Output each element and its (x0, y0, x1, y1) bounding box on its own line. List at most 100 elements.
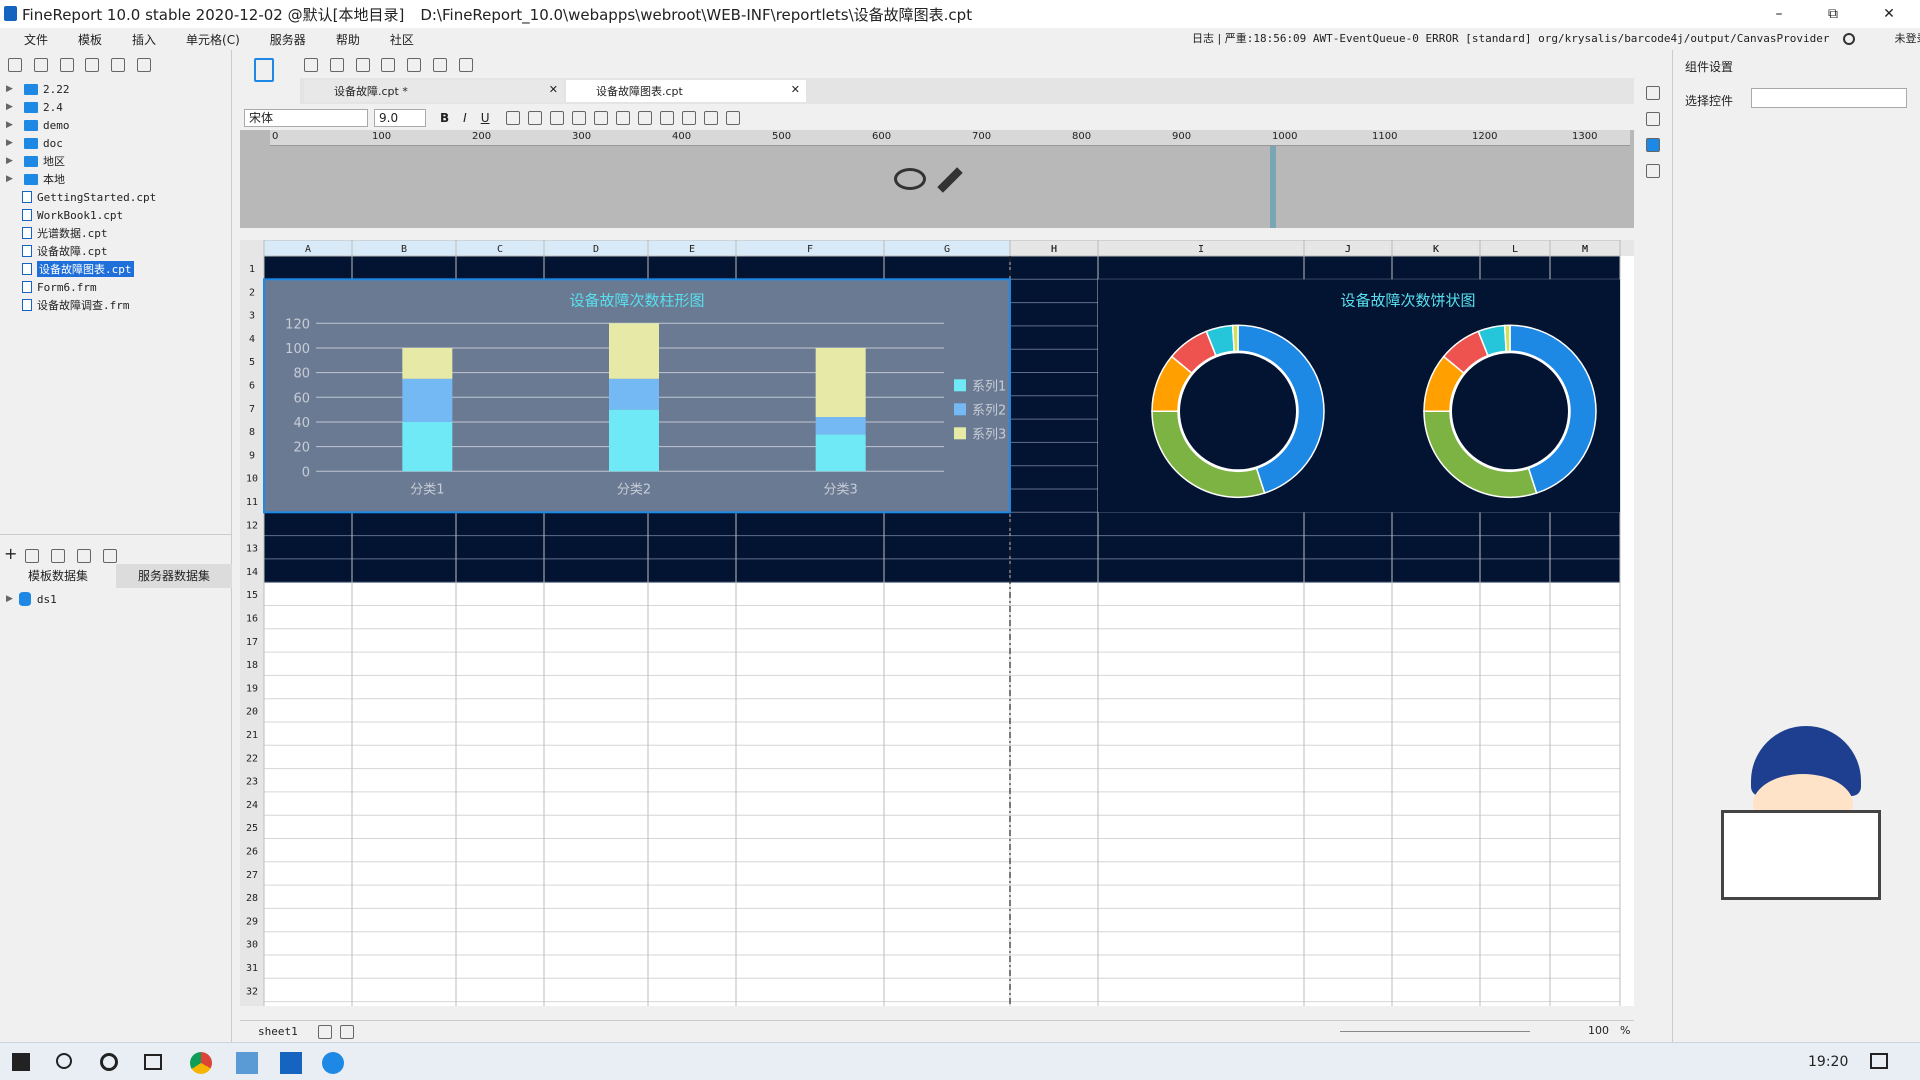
tab-device-fault[interactable]: 设备故障.cpt * ✕ (304, 80, 564, 102)
bar-segment[interactable] (402, 421, 453, 472)
tree-item[interactable]: WorkBook1.cpt (0, 206, 160, 224)
tree-item[interactable]: GettingStarted.cpt (0, 188, 160, 206)
row-header[interactable]: 7 (249, 404, 255, 415)
log-label[interactable]: 日志 (1192, 32, 1214, 45)
row-header[interactable]: 12 (246, 520, 258, 531)
row-header[interactable]: 15 (246, 590, 258, 601)
row-header[interactable]: 18 (246, 660, 258, 671)
insert-chart-icon[interactable] (681, 111, 696, 125)
pie-slice[interactable] (1503, 324, 1511, 353)
sheet-tab[interactable]: sheet1 (258, 1025, 298, 1038)
tree-item[interactable]: ▶ 地区 (0, 152, 160, 170)
column-header-label[interactable]: K (1433, 244, 1439, 255)
row-header[interactable]: 9 (249, 450, 255, 461)
row-header[interactable]: 26 (246, 847, 258, 858)
menu-item-2[interactable]: 插入 (132, 31, 156, 48)
table-icon[interactable] (659, 111, 674, 125)
row-header[interactable]: 6 (249, 381, 255, 392)
column-header-label[interactable]: M (1582, 244, 1588, 255)
tab-server-datasets[interactable]: 服务器数据集 (116, 564, 232, 588)
expand-arrow-icon[interactable]: ▶ (6, 138, 16, 148)
row-header[interactable]: 2 (249, 287, 255, 298)
search-icon[interactable] (1843, 33, 1855, 45)
row-header[interactable]: 27 (246, 870, 258, 881)
pie-slice[interactable] (1231, 324, 1239, 353)
row-header[interactable]: 1 (249, 264, 255, 275)
task-view-icon[interactable] (144, 1054, 162, 1070)
tree-item[interactable]: ▶ 本地 (0, 170, 160, 188)
row-header[interactable]: 30 (246, 940, 258, 951)
column-header-label[interactable]: I (1198, 244, 1204, 255)
search-icon[interactable] (56, 1053, 72, 1069)
bar-segment[interactable] (609, 378, 659, 410)
add-poly-sheet-icon[interactable] (339, 1024, 354, 1039)
align-center-icon[interactable] (527, 111, 542, 125)
menu-item-3[interactable]: 单元格(C) (186, 31, 240, 48)
cut-icon[interactable] (381, 58, 396, 72)
column-header-label[interactable]: C (497, 244, 503, 255)
bar-segment[interactable] (815, 417, 866, 435)
link-icon[interactable] (1646, 164, 1660, 178)
format-painter-icon[interactable] (458, 58, 473, 72)
menu-item-4[interactable]: 服务器 (270, 31, 306, 48)
hide-icon[interactable] (894, 168, 926, 190)
tree-item[interactable]: ▶ doc (0, 134, 160, 152)
new-folder-icon[interactable] (8, 58, 22, 72)
tree-item[interactable]: 设备故障.cpt (0, 242, 160, 260)
menu-item-6[interactable]: 社区 (390, 31, 414, 48)
bar-segment[interactable] (815, 434, 866, 472)
copy-icon[interactable] (137, 58, 152, 72)
formula-icon[interactable] (725, 111, 740, 125)
spreadsheet-grid[interactable]: ABCDEFGHIJKLMABCDEFGHIJKLM12345678910111… (240, 240, 1634, 1006)
column-header-label[interactable]: F (807, 244, 813, 255)
select-control-dropdown[interactable] (1751, 88, 1907, 108)
close-tab-icon[interactable]: ✕ (549, 83, 558, 96)
align-left-icon[interactable] (505, 111, 520, 125)
bar-segment[interactable] (815, 347, 866, 418)
italic-button[interactable]: I (463, 111, 467, 125)
dataset-item-ds1[interactable]: ▶ ds1 (6, 592, 57, 606)
expand-arrow-icon[interactable]: ▶ (6, 102, 16, 112)
tree-item[interactable]: ▶ demo (0, 116, 160, 134)
merge-icon[interactable] (637, 111, 652, 125)
close-button[interactable]: ✕ (1866, 0, 1912, 28)
add-sheet-icon[interactable] (317, 1024, 332, 1039)
tree-item[interactable]: ▶ 2.4 (0, 98, 160, 116)
row-header[interactable]: 14 (246, 567, 258, 578)
condition-icon[interactable] (1646, 112, 1660, 126)
tree-item[interactable]: Form6.frm (0, 278, 160, 296)
app-icon[interactable] (236, 1052, 258, 1074)
add-dataset-icon[interactable]: + (4, 544, 17, 563)
row-header[interactable]: 3 (249, 311, 255, 322)
row-header[interactable]: 22 (246, 753, 258, 764)
clock[interactable]: 19:20 (1808, 1054, 1848, 1070)
param-icon[interactable] (102, 548, 117, 563)
menu-item-1[interactable]: 模板 (78, 31, 102, 48)
column-header-label[interactable]: J (1345, 244, 1351, 255)
tree-item[interactable]: 设备故障调查.frm (0, 296, 160, 314)
tree-item[interactable]: 设备故障图表.cpt (0, 260, 160, 278)
font-color-icon[interactable] (615, 111, 630, 125)
tree-item[interactable]: 光谱数据.cpt (0, 224, 160, 242)
windows-start-icon[interactable] (12, 1053, 30, 1071)
menu-item-0[interactable]: 文件 (24, 31, 48, 48)
font-select[interactable]: 宋体 (244, 109, 368, 127)
delete-dataset-icon[interactable] (51, 548, 66, 563)
save-icon[interactable] (304, 58, 318, 72)
align-right-icon[interactable] (549, 111, 564, 125)
tab-device-fault-chart[interactable]: 设备故障图表.cpt ✕ (566, 80, 806, 102)
tab-template-datasets[interactable]: 模板数据集 (0, 564, 116, 588)
close-tab-icon[interactable]: ✕ (791, 83, 800, 96)
row-header[interactable]: 32 (246, 986, 258, 997)
row-header[interactable]: 31 (246, 963, 258, 974)
insert-image-icon[interactable] (703, 111, 718, 125)
undo-icon[interactable] (329, 58, 344, 72)
fill-color-icon[interactable] (593, 111, 608, 125)
column-header-label[interactable]: B (401, 244, 407, 255)
lock-icon[interactable] (85, 58, 100, 72)
template-icon[interactable] (254, 58, 274, 82)
row-header[interactable]: 5 (249, 357, 255, 368)
edit-icon[interactable] (25, 548, 40, 563)
row-header[interactable]: 24 (246, 800, 258, 811)
bar-segment[interactable] (609, 323, 659, 379)
